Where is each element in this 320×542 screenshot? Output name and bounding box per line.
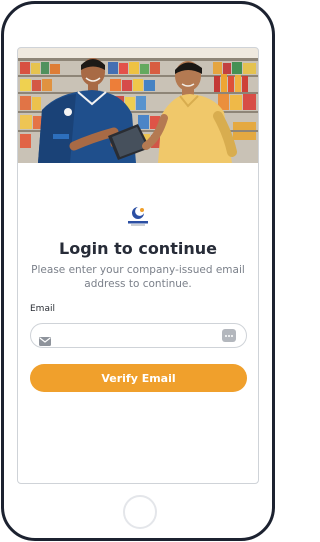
home-button[interactable] (123, 495, 157, 529)
autofill-key-icon[interactable] (222, 329, 236, 342)
page-subtitle: Please enter your company-issued email a… (31, 264, 245, 290)
login-screen: Login to continue Please enter your comp… (17, 47, 259, 484)
phone-frame: Login to continue Please enter your comp… (1, 1, 275, 541)
hero-image (18, 48, 258, 163)
email-input[interactable] (57, 327, 217, 344)
verify-email-button[interactable]: Verify Email (30, 364, 247, 392)
page-title: Login to continue (59, 239, 217, 258)
email-label: Email (30, 304, 55, 314)
crescent-logo-icon (126, 205, 150, 227)
mail-icon (39, 331, 51, 346)
email-field[interactable] (30, 323, 247, 348)
